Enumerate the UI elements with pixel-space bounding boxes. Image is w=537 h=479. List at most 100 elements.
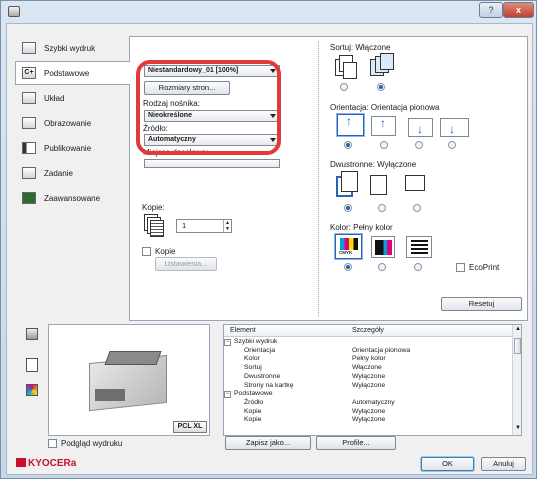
ok-button[interactable]: OK bbox=[421, 457, 474, 471]
color-auto-tile[interactable] bbox=[371, 236, 395, 258]
publishing-icon bbox=[22, 142, 36, 154]
color-mono-tile[interactable] bbox=[406, 236, 432, 258]
orientation-portrait-reverse-radio[interactable] bbox=[380, 141, 388, 149]
pcl-badge: PCL XL bbox=[173, 421, 207, 433]
table-row[interactable]: Kolor Pełny kolor bbox=[224, 355, 512, 364]
kyocera-logo-mark-icon bbox=[16, 458, 26, 467]
color-view-icon[interactable] bbox=[26, 384, 38, 396]
settings-button[interactable]: Ustawienia... bbox=[155, 257, 217, 271]
document-view-icon[interactable] bbox=[26, 358, 38, 372]
page-size-select[interactable]: Niestandardowy_01 [100%] bbox=[144, 65, 280, 77]
printer-image bbox=[89, 349, 169, 412]
color-mono-radio[interactable] bbox=[414, 263, 422, 271]
tab-label: Zaawansowane bbox=[44, 194, 101, 203]
quick-print-icon bbox=[22, 42, 36, 54]
duplex-off-icon[interactable] bbox=[336, 171, 360, 199]
vertical-scrollbar[interactable]: ▲ ▼ bbox=[512, 325, 521, 435]
color-auto-radio[interactable] bbox=[378, 263, 386, 271]
color-full-radio[interactable] bbox=[344, 263, 352, 271]
arrow-up-icon: ↑ bbox=[380, 116, 386, 130]
table-row[interactable]: Sortuj Włączone bbox=[224, 364, 512, 373]
collate-checkbox[interactable] bbox=[142, 247, 151, 256]
help-button[interactable]: ? bbox=[479, 2, 503, 18]
row-detail: Włączone bbox=[352, 364, 382, 372]
color-full-tile[interactable]: CMYK bbox=[335, 234, 362, 259]
tab-basic[interactable]: C+ Podstawowe bbox=[15, 61, 130, 85]
copies-label: Kopie: bbox=[142, 203, 165, 212]
tab-label: Zadanie bbox=[44, 169, 73, 178]
orientation-portrait-reverse-tile[interactable]: ↑ bbox=[371, 116, 396, 136]
page-sizes-button[interactable]: Rozmiary stron... bbox=[144, 81, 230, 95]
collate-on-icon[interactable] bbox=[370, 53, 396, 79]
table-row[interactable]: Strony na kartkę Wyłączone bbox=[224, 382, 512, 391]
settings-summary-table: Element Szczegóły − Szybki wydruk Orientac… bbox=[223, 324, 522, 436]
table-row[interactable]: Dwustronne Wyłączone bbox=[224, 373, 512, 382]
collapse-icon[interactable]: − bbox=[224, 339, 231, 346]
duplex-long-edge-radio[interactable] bbox=[378, 204, 386, 212]
orientation-landscape-radio[interactable] bbox=[415, 141, 423, 149]
tab-imaging[interactable]: Obrazowanie bbox=[15, 111, 129, 135]
dialog-client: Szybki wydruk C+ Podstawowe Układ Obrazo… bbox=[6, 23, 533, 475]
collapse-icon[interactable]: − bbox=[224, 391, 231, 399]
table-row[interactable]: − Podstawowe bbox=[224, 390, 512, 399]
printer-preview: PCL XL bbox=[48, 324, 210, 436]
profile-button[interactable]: Profile... bbox=[316, 436, 396, 450]
orientation-landscape-tile[interactable]: ↓ bbox=[408, 118, 433, 137]
table-row[interactable]: Orientacja Orientacja pionowa bbox=[224, 347, 512, 356]
row-element: Kopie bbox=[244, 407, 262, 415]
table-row[interactable]: Źródło Automatyczny bbox=[224, 399, 512, 408]
arrow-up-icon: ↑ bbox=[346, 114, 352, 128]
scroll-up-icon[interactable]: ▲ bbox=[515, 326, 521, 332]
tab-quick-print[interactable]: Szybki wydruk bbox=[15, 36, 129, 60]
view-switcher bbox=[23, 324, 41, 436]
page-size-value: Niestandardowy_01 [100%] bbox=[148, 67, 239, 74]
ecoprint-checkbox[interactable] bbox=[456, 263, 465, 272]
duplex-off-radio[interactable] bbox=[344, 204, 352, 212]
collate-status: Sortuj: Włączone bbox=[330, 43, 391, 52]
cancel-button[interactable]: Anuluj bbox=[481, 457, 526, 471]
collate-off-icon[interactable] bbox=[335, 55, 359, 79]
duplex-long-edge-icon[interactable] bbox=[370, 173, 392, 195]
save-as-button[interactable]: Zapisz jako... bbox=[225, 436, 311, 450]
nav-tabs: Szybki wydruk C+ Podstawowe Układ Obrazo… bbox=[15, 36, 130, 211]
copies-icon bbox=[144, 214, 164, 238]
kyocera-logo-text: KYOCERa bbox=[28, 458, 77, 469]
table-header: Element Szczegóły bbox=[224, 325, 513, 337]
collate-on-radio[interactable] bbox=[377, 83, 385, 91]
tab-job[interactable]: Zadanie bbox=[15, 161, 129, 185]
duplex-status: Dwustronne: Wyłączone bbox=[330, 160, 417, 169]
preview-checkbox[interactable] bbox=[48, 439, 57, 448]
tab-publishing[interactable]: Publikowanie bbox=[15, 136, 129, 160]
table-row[interactable]: − Szybki wydruk bbox=[224, 338, 512, 347]
printer-view-icon[interactable] bbox=[26, 328, 38, 340]
tab-advanced[interactable]: Zaawansowane bbox=[15, 186, 129, 210]
duplex-short-edge-icon[interactable] bbox=[405, 173, 429, 195]
row-detail: Wyłączone bbox=[352, 416, 386, 424]
table-row[interactable]: Kopie Wyłączone bbox=[224, 408, 512, 417]
scroll-down-icon[interactable]: ▼ bbox=[515, 425, 521, 431]
print-preferences-window: ? x Szybki wydruk C+ Podstawowe Układ Ob… bbox=[0, 0, 537, 479]
tab-layout[interactable]: Układ bbox=[15, 86, 129, 110]
cmyk-label: CMYK bbox=[339, 250, 353, 255]
row-element: Podstawowe bbox=[234, 390, 273, 398]
orientation-landscape-reverse-radio[interactable] bbox=[448, 141, 456, 149]
preview-checkbox-label: Podgląd wydruku bbox=[61, 439, 123, 448]
table-row[interactable]: Kopie Wyłączone bbox=[224, 416, 512, 425]
scrollbar-thumb[interactable] bbox=[514, 338, 521, 354]
destination-label: Miejsce docelowe: bbox=[143, 148, 209, 157]
copies-stepper[interactable]: ▲ ▼ bbox=[223, 220, 231, 232]
orientation-portrait-radio[interactable] bbox=[344, 141, 352, 149]
basic-settings-panel: Niestandardowy_01 [100%] Rozmiary stron.… bbox=[129, 36, 528, 321]
destination-select[interactable] bbox=[144, 159, 280, 168]
close-button[interactable]: x bbox=[503, 2, 534, 18]
media-type-label: Rodzaj nośnika: bbox=[143, 99, 200, 108]
orientation-landscape-reverse-tile[interactable]: ↓ bbox=[440, 118, 469, 137]
orientation-portrait-tile[interactable]: ↑ bbox=[337, 114, 364, 136]
collate-off-radio[interactable] bbox=[340, 83, 348, 91]
color-status: Kolor: Pełny kolor bbox=[330, 223, 393, 232]
arrow-down-icon: ↓ bbox=[449, 122, 455, 136]
source-select[interactable]: Automatyczny bbox=[144, 134, 280, 146]
duplex-short-edge-radio[interactable] bbox=[413, 204, 421, 212]
media-type-select[interactable]: Nieokreślone bbox=[144, 110, 280, 122]
reset-button[interactable]: Resetuj bbox=[441, 297, 522, 311]
